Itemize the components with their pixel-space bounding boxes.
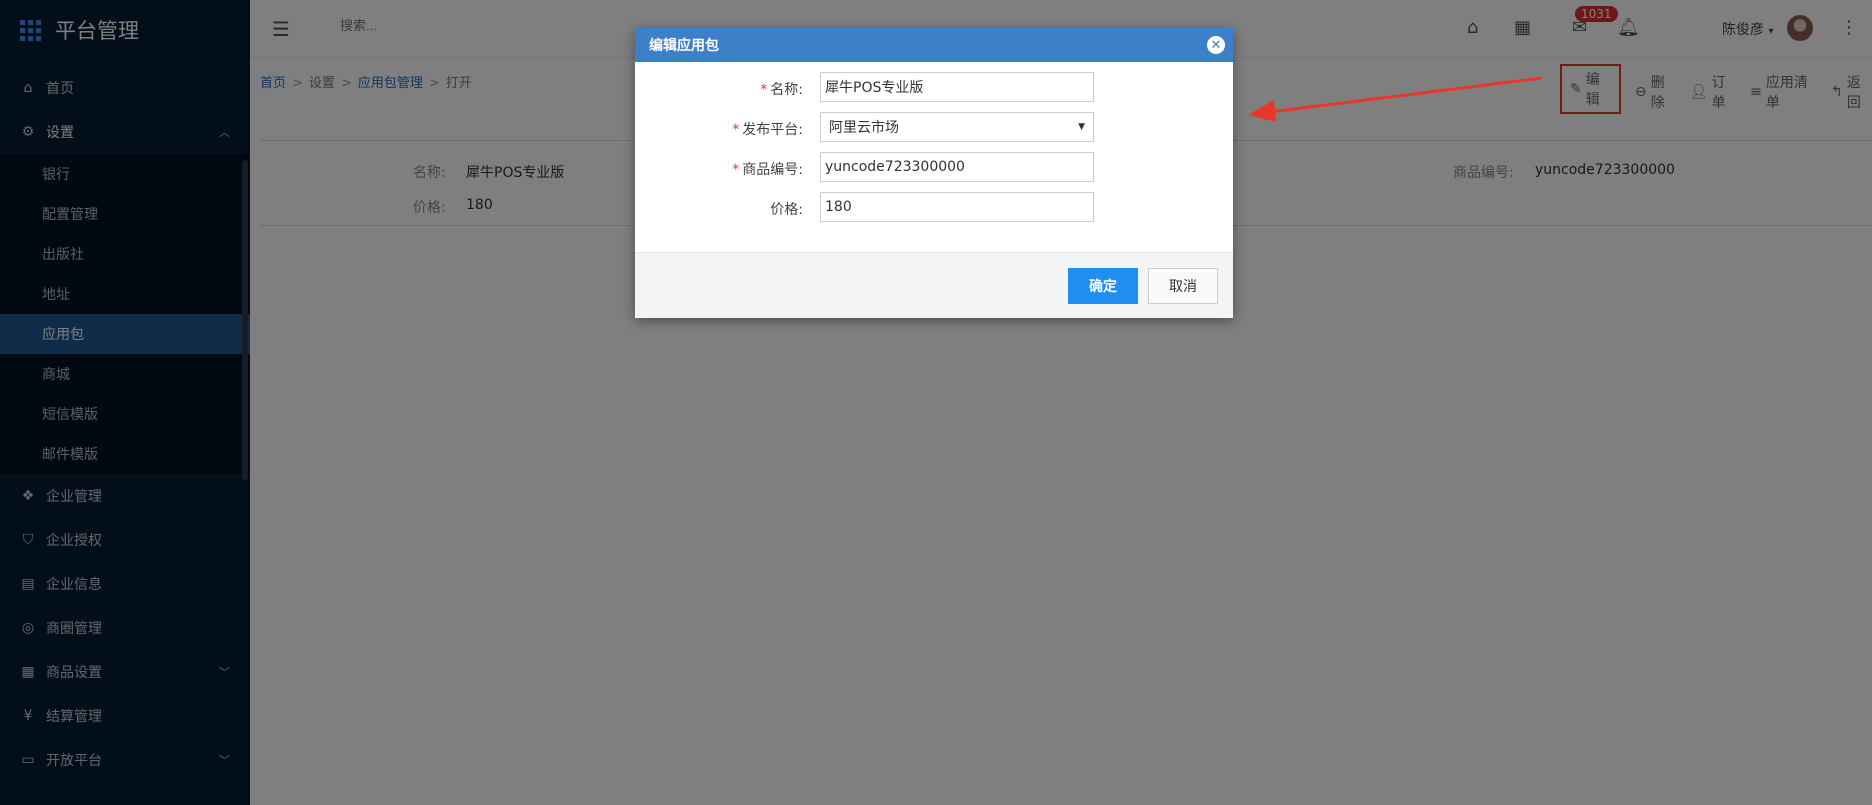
dialog-header: 编辑应用包 ✕ — [635, 28, 1233, 62]
edit-app-package-dialog: 编辑应用包 ✕ *名称: *发布平台: 阿里云市场 ▼ *商品编号: 价格: 确… — [635, 28, 1233, 318]
dropdown-caret-icon: ▼ — [1078, 122, 1085, 132]
platform-select[interactable]: 阿里云市场 ▼ — [820, 112, 1094, 142]
dialog-title: 编辑应用包 — [649, 38, 719, 54]
name-label: * 名称: — [760, 82, 803, 98]
dialog-footer: 确定 取消 — [635, 252, 1233, 318]
confirm-button[interactable]: 确定 — [1068, 268, 1138, 304]
form-row-sku: * 商品编号: — [635, 152, 1233, 184]
price-label: 价格: — [770, 202, 803, 218]
form-row-platform: * 发布平台: 阿里云市场 ▼ — [635, 112, 1233, 144]
cancel-button[interactable]: 取消 — [1148, 268, 1218, 304]
close-icon[interactable]: ✕ — [1207, 36, 1225, 54]
price-field[interactable] — [820, 192, 1094, 222]
platform-label: * 发布平台: — [732, 122, 803, 138]
sku-label: * 商品编号: — [732, 162, 803, 178]
form-row-price: 价格: — [635, 192, 1233, 224]
annotation-arrow — [1248, 76, 1543, 122]
name-field[interactable] — [820, 72, 1094, 102]
platform-selected-value: 阿里云市场 — [829, 120, 899, 136]
sku-field[interactable] — [820, 152, 1094, 182]
form-row-name: * 名称: — [635, 72, 1233, 104]
